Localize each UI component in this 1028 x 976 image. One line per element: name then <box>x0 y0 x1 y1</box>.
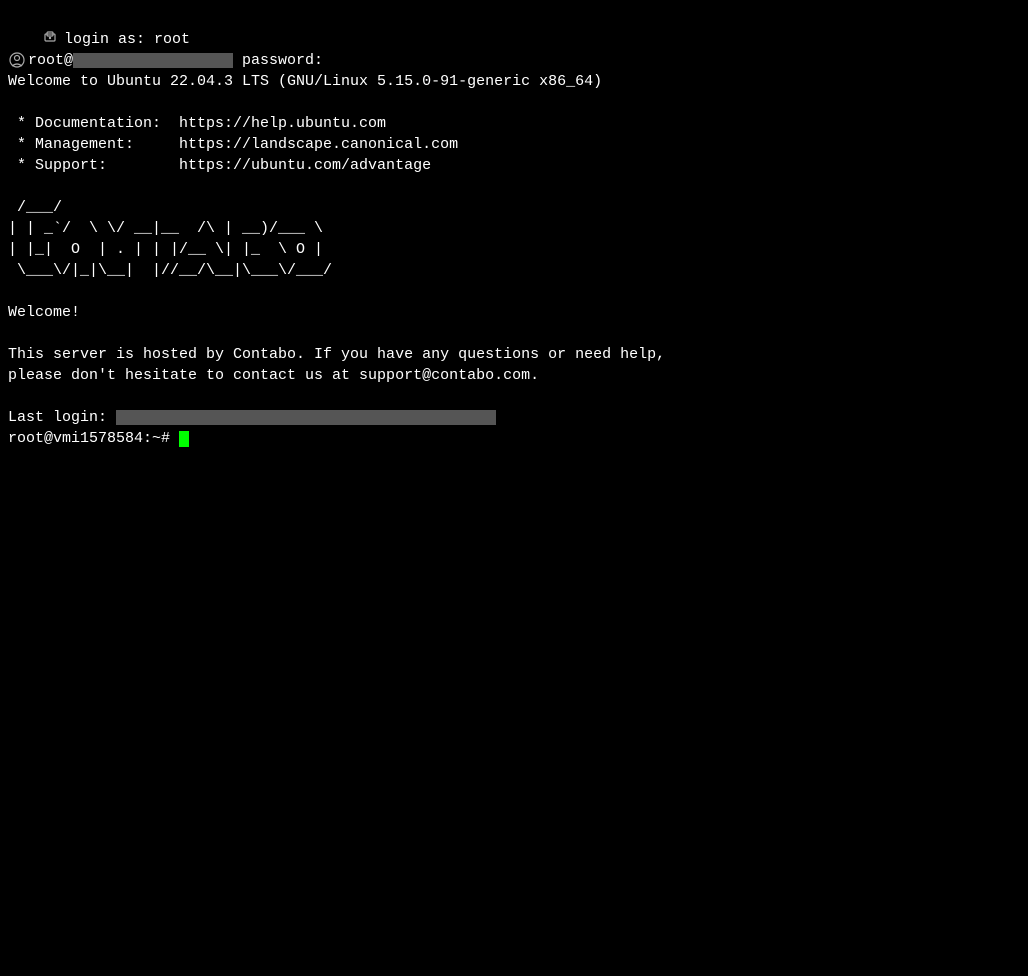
redacted-last-login <box>116 410 496 425</box>
shell-prompt[interactable]: root@vmi1578584:~# <box>8 430 179 447</box>
ssh-icon-area <box>44 31 64 48</box>
ascii-art-line1: /___/ <box>8 199 62 216</box>
ascii-art-line4: \___\/|_|\__| |//__/\__|\___\/___/ <box>8 262 332 279</box>
terminal-content: login as: root root@ password: Welcome t… <box>8 8 1020 470</box>
terminal-cursor <box>179 431 189 448</box>
redacted-hostname <box>73 53 233 68</box>
last-login-label: Last login: <box>8 409 107 426</box>
ssh-icon2-area <box>8 52 28 69</box>
contabo-line2: please don't hesitate to contact us at s… <box>8 367 539 384</box>
welcome-banner: Welcome to Ubuntu 22.04.3 LTS (GNU/Linux… <box>8 73 602 90</box>
ascii-art-line2: | | _`/ \ \/ __|__ /\ | __)/___ \ <box>8 220 323 237</box>
mgmt-line: * Management: https://landscape.canonica… <box>8 136 458 153</box>
password-label: password: <box>233 52 323 69</box>
terminal-window: login as: root root@ password: Welcome t… <box>0 0 1028 976</box>
login-as-text: login as: root <box>64 31 190 48</box>
ascii-art-line3: | |_| O | . | | |/__ \| |_ \ O | <box>8 241 323 258</box>
contabo-line1: This server is hosted by Contabo. If you… <box>8 346 665 363</box>
welcome-text: Welcome! <box>8 304 80 321</box>
root-at-text: root@ <box>28 52 73 69</box>
support-line: * Support: https://ubuntu.com/advantage <box>8 157 431 174</box>
doc-line: * Documentation: https://help.ubuntu.com <box>8 115 386 132</box>
